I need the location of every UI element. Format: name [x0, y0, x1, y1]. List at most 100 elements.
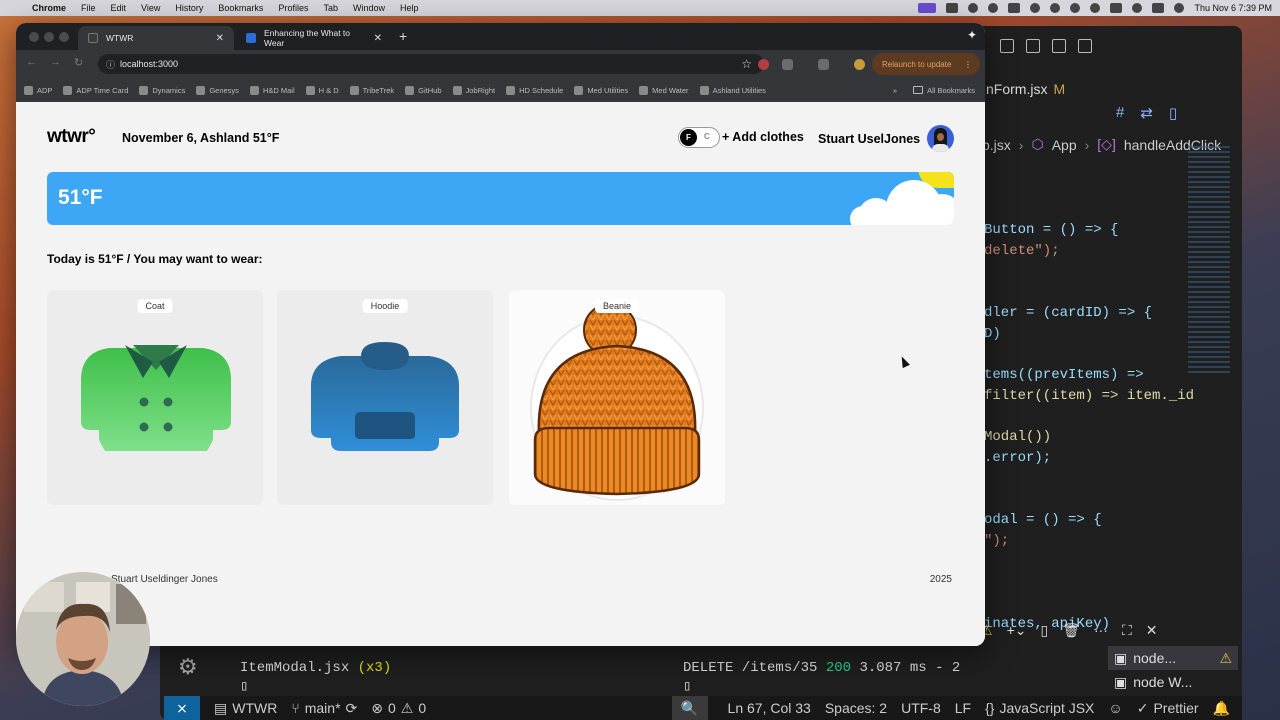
bell-icon[interactable]: 🔔 [1213, 700, 1230, 717]
play-tray-icon[interactable] [1030, 3, 1041, 13]
status-language[interactable]: {} JavaScript JSX [985, 700, 1094, 716]
toggle-panel-icon[interactable] [1052, 39, 1066, 53]
menu-help[interactable]: Help [400, 3, 419, 13]
more-bookmarks-icon[interactable]: » [893, 86, 897, 95]
menu-history[interactable]: History [175, 3, 203, 13]
user-tray-icon[interactable] [1070, 3, 1081, 13]
temperature-unit-toggle[interactable]: F C [678, 127, 720, 148]
profile-icon[interactable] [854, 59, 865, 70]
relaunch-button[interactable]: Relaunch to update ⋮ [872, 53, 980, 75]
bookmark-item[interactable]: ADP Time Card [63, 85, 128, 95]
camera-tray-icon[interactable] [1008, 3, 1021, 13]
app-tray-icon[interactable] [946, 3, 959, 13]
zoom-window-icon[interactable] [59, 32, 69, 42]
hash-icon[interactable]: # [1116, 104, 1124, 122]
bookmark-item[interactable]: H & D [305, 85, 339, 95]
address-bar[interactable]: ⓘ localhost:3000 ☆ [98, 54, 764, 74]
bookmark-item[interactable]: JobRight [452, 85, 495, 95]
status-eol[interactable]: LF [955, 700, 971, 716]
clothing-card-coat[interactable]: Coat [47, 290, 263, 505]
reload-icon[interactable]: ↻ [74, 56, 83, 69]
menu-edit[interactable]: Edit [111, 3, 127, 13]
new-tab-icon[interactable]: + [399, 28, 407, 44]
extension-icon[interactable] [758, 59, 769, 70]
menu-file[interactable]: File [81, 3, 96, 13]
extension-icon[interactable] [818, 59, 829, 70]
terminal-output-right[interactable]: DELETE /items/35 200 3.087 ms - 2 [683, 660, 960, 676]
bookmark-item[interactable]: GitHub [405, 85, 442, 95]
tab-enhancing[interactable]: Enhancing the What to Wear ✕ [236, 26, 392, 50]
bluetooth-icon[interactable] [1090, 3, 1101, 13]
clothing-card-hoodie[interactable]: Hoodie [277, 290, 493, 505]
avatar[interactable] [927, 125, 954, 152]
zoom-icon[interactable]: 🔍 [671, 696, 708, 720]
terminal-item[interactable]: ▣ node W... [1108, 670, 1238, 694]
breadcrumb-file[interactable]: p.jsx [982, 137, 1011, 153]
toggle-sidebar-icon[interactable] [1026, 39, 1040, 53]
wifi-icon[interactable] [1110, 3, 1123, 13]
menu-view[interactable]: View [141, 3, 160, 13]
maximize-panel-icon[interactable]: ⛶ [1122, 622, 1132, 639]
menu-bookmarks[interactable]: Bookmarks [218, 3, 263, 13]
bookmark-item[interactable]: Med Water [639, 85, 689, 95]
more-actions-icon[interactable]: ··· [1094, 622, 1108, 638]
bookmark-item[interactable]: HD Schedule [506, 85, 563, 95]
breadcrumb-symbol-app[interactable]: App [1052, 137, 1077, 153]
extension-icon[interactable] [782, 59, 793, 70]
status-position[interactable]: Ln 67, Col 33 [728, 700, 811, 716]
compare-icon[interactable]: ⇄ [1140, 104, 1153, 122]
remote-indicator-icon[interactable]: ⨯ [164, 696, 200, 720]
split-terminal-icon[interactable]: ▯ [1040, 622, 1048, 639]
site-info-icon[interactable]: ⓘ [106, 58, 115, 71]
wtwr-logo[interactable]: wtwr° [47, 126, 96, 148]
status-spaces[interactable]: Spaces: 2 [825, 700, 887, 716]
trash-icon[interactable]: 🗑 [1062, 622, 1080, 639]
minimap[interactable] [1188, 146, 1230, 376]
search-icon[interactable] [1132, 3, 1143, 13]
status-branch[interactable]: ⑂ main* ⟳ [291, 700, 357, 717]
new-terminal-icon[interactable]: +⌄ [1007, 622, 1027, 639]
close-tab-icon[interactable]: ✕ [374, 33, 382, 44]
control-center-icon[interactable] [1152, 3, 1165, 13]
status-folder[interactable]: ▤ WTWR [214, 700, 277, 717]
back-icon[interactable]: ← [26, 56, 37, 68]
siri-icon[interactable] [1174, 3, 1185, 13]
layout-icon[interactable] [1000, 39, 1014, 53]
terminal-item[interactable]: ▣ node... ⚠ [1108, 646, 1238, 670]
menu-window[interactable]: Window [353, 3, 385, 13]
terminal-output-left[interactable]: ItemModal.jsx (x3) [240, 660, 391, 676]
clothing-card-beanie[interactable]: Beanie [509, 290, 725, 505]
close-tab-icon[interactable]: ✕ [216, 33, 224, 44]
github-tray-icon[interactable] [988, 3, 999, 13]
close-panel-icon[interactable]: ✕ [1146, 622, 1158, 639]
status-encoding[interactable]: UTF-8 [901, 700, 941, 716]
bookmark-item[interactable]: Dynamics [139, 85, 185, 95]
menu-profiles[interactable]: Profiles [278, 3, 308, 13]
editor-tab[interactable]: nForm.jsx M [986, 76, 1065, 102]
tab-wtwr[interactable]: WTWR ✕ [78, 26, 234, 50]
chrome-tray-icon[interactable] [968, 3, 979, 13]
menu-clock[interactable]: Thu Nov 6 7:39 PM [1194, 3, 1272, 13]
username[interactable]: Stuart UselJones [818, 132, 920, 146]
add-clothes-button[interactable]: + Add clothes [722, 130, 804, 144]
headphones-icon[interactable] [1050, 3, 1061, 13]
all-bookmarks-button[interactable]: All Bookmarks [913, 86, 975, 95]
bookmark-item[interactable]: TribeTrek [349, 85, 394, 95]
screen-share-icon[interactable] [918, 3, 937, 13]
bookmark-item[interactable]: ADP [24, 85, 52, 95]
more-vert-icon[interactable]: ⋮ [964, 60, 972, 69]
bookmark-star-icon[interactable]: ☆ [741, 57, 752, 71]
gear-icon[interactable]: ⚙ [178, 654, 198, 680]
minimize-window-icon[interactable] [44, 32, 54, 42]
close-window-icon[interactable] [29, 32, 39, 42]
menu-tab[interactable]: Tab [323, 3, 338, 13]
status-formatter[interactable]: ✓ Prettier [1137, 700, 1199, 717]
menu-app-name[interactable]: Chrome [32, 3, 66, 13]
bookmark-item[interactable]: Genesys [196, 85, 239, 95]
gemini-icon[interactable]: ✦ [967, 28, 977, 42]
toggle-secondary-sidebar-icon[interactable] [1078, 39, 1092, 53]
bookmark-item[interactable]: H&D Mail [249, 85, 295, 95]
forward-icon[interactable]: → [50, 56, 61, 68]
bookmark-item[interactable]: Med Utilities [574, 85, 628, 95]
bookmark-item[interactable]: Ashland Utilities [699, 85, 766, 95]
